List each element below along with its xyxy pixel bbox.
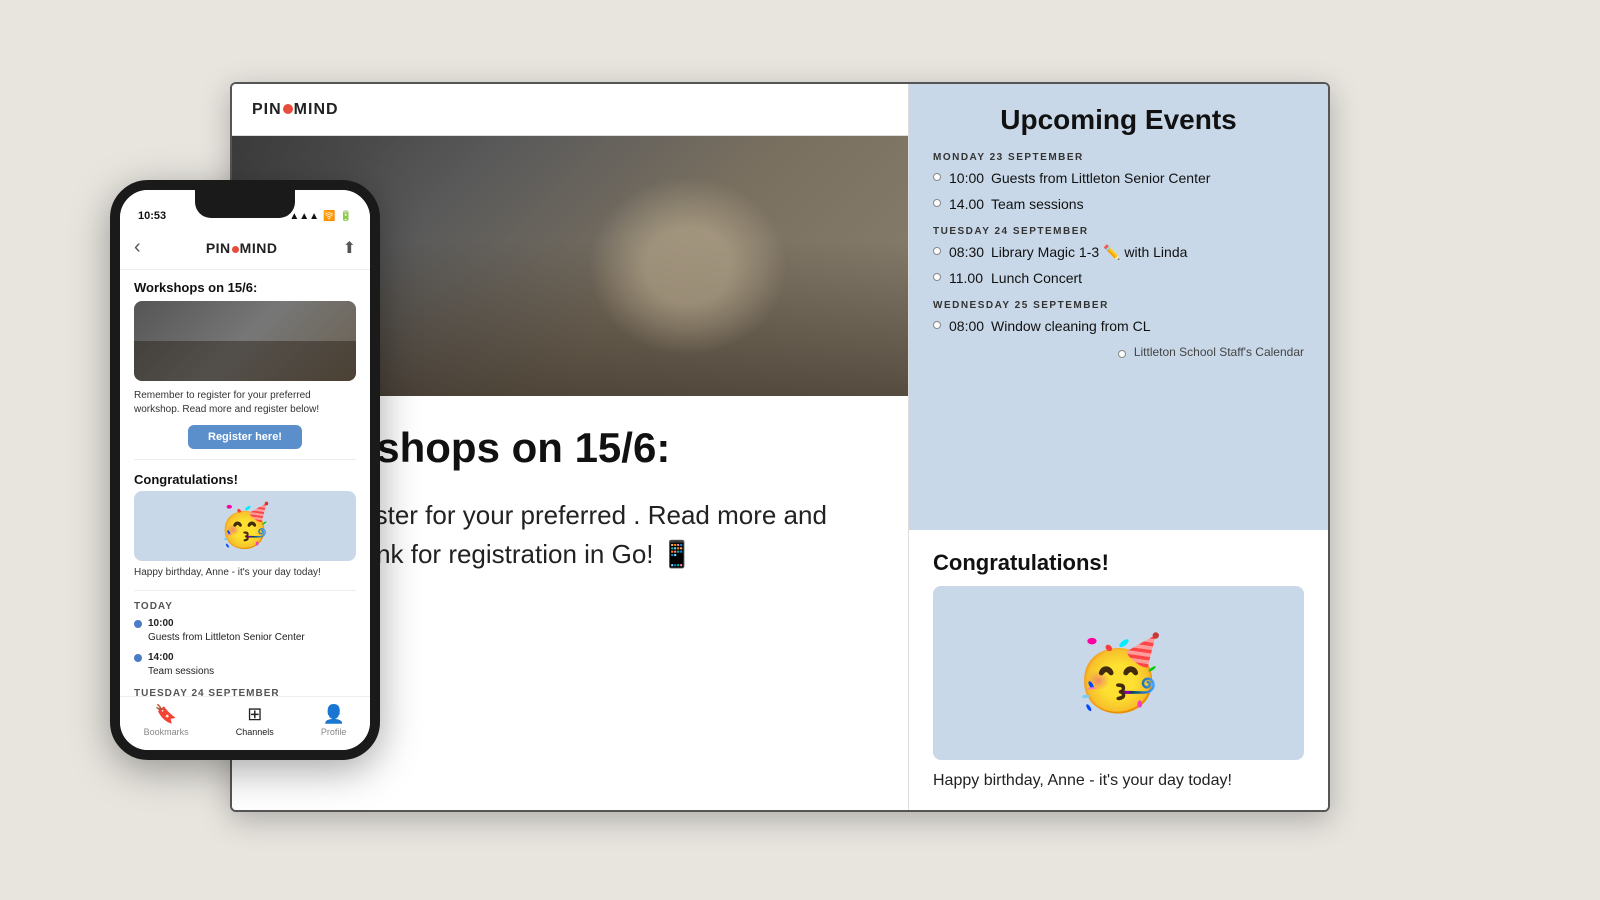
phone-register-button[interactable]: Register here! [188,425,302,449]
event-time-1: 10:00 [949,169,985,189]
phone-event-text-1: 10:00 Guests from Littleton Senior Cente… [148,617,305,645]
phone-birthday-message: Happy birthday, Anne - it's your day tod… [120,567,370,586]
tab-bookmarks-label: Bookmarks [144,727,189,737]
phone-event-1: 10:00 Guests from Littleton Senior Cente… [120,614,370,648]
phone-event-desc-1: Guests from Littleton Senior Center [148,632,305,643]
phone-event-time-2: 14:00 [148,652,174,663]
phone-scroll-content: Workshops on 15/6: Remember to register … [120,270,370,696]
phone-event-dot-2 [134,654,142,662]
event-item-2: 14.00 Team sessions [933,195,1304,215]
day-label-monday: MONDAY 23 SEPTEMBER [933,152,1304,163]
phone-event-time-1: 10:00 [148,618,174,629]
logo-dot [232,246,239,253]
birthday-emoji: 🥳 [1074,631,1164,716]
event-desc-5: Window cleaning from CL [991,317,1151,337]
event-dot-3 [933,247,941,255]
event-dot-2 [933,199,941,207]
phone-bottom-nav: 🔖 Bookmarks ⊞ Channels 👤 Profile [120,696,370,750]
event-desc-1: Guests from Littleton Senior Center [991,169,1210,189]
battery-icon: 🔋 [340,211,352,222]
event-time-3: 08:30 [949,243,985,263]
birthday-message: Happy birthday, Anne - it's your day tod… [933,772,1304,790]
day-label-tuesday: TUESDAY 24 SEPTEMBER [933,226,1304,237]
phone-notch [195,190,295,218]
phone-workshop-desc: Remember to register for your preferred … [120,381,370,421]
tab-profile[interactable]: 👤 Profile [321,704,347,737]
event-dot-4 [933,273,941,281]
tab-channels-label: Channels [236,727,274,737]
event-item-3: 08:30 Library Magic 1-3 ✏️ with Linda [933,243,1304,263]
share-button[interactable]: ⬆ [343,238,356,258]
phone-time: 10:53 [138,210,166,222]
signal-icon: ▲▲▲ [289,211,319,222]
phone-event-text-2: 14:00 Team sessions [148,651,214,679]
birthday-emoji-box: 🥳 [933,586,1304,760]
events-panel: Upcoming Events MONDAY 23 SEPTEMBER 10:0… [909,84,1328,530]
event-time-2: 14.00 [949,195,985,215]
event-desc-2: Team sessions [991,195,1084,215]
tab-profile-label: Profile [321,727,347,737]
phone-divider-1 [134,459,356,460]
event-dot-5 [933,321,941,329]
day-label-wednesday: WEDNESDAY 25 SEPTEMBER [933,300,1304,311]
phone-nav-bar: ‹ PINMIND ⬆ [120,226,370,270]
monitor-right-panel: Upcoming Events MONDAY 23 SEPTEMBER 10:0… [908,84,1328,810]
monitor-header: PINMIND [232,84,908,136]
birthday-panel: Congratulations! 🥳 Happy birthday, Anne … [909,530,1328,810]
phone-birthday-title: Congratulations! [120,464,370,491]
phone-event-dot-1 [134,620,142,628]
wifi-icon: 🛜 [323,211,335,222]
phone-event-desc-2: Team sessions [148,666,214,677]
profile-icon: 👤 [322,704,344,725]
calendar-source: Littleton School Staff's Calendar [933,345,1304,359]
tab-channels[interactable]: ⊞ Channels [236,704,274,737]
event-item-1: 10:00 Guests from Littleton Senior Cente… [933,169,1304,189]
calendar-dot [1118,350,1126,358]
calendar-source-label: Littleton School Staff's Calendar [1134,345,1304,359]
monitor: PINMIND Workshops on 15/6: er to registe… [230,82,1330,812]
phone-divider-2 [134,590,356,591]
event-item-5: 08:00 Window cleaning from CL [933,317,1304,337]
bookmarks-icon: 🔖 [155,704,177,725]
monitor-logo: PINMIND [252,101,339,119]
phone-next-day-label: TUESDAY 24 SEPTEMBER [120,682,370,696]
back-button[interactable]: ‹ [134,236,141,259]
birthday-panel-title: Congratulations! [933,550,1304,576]
event-time-4: 11.00 [949,269,985,289]
phone-workshop-image [134,301,356,381]
tab-bookmarks[interactable]: 🔖 Bookmarks [144,704,189,737]
events-title: Upcoming Events [933,104,1304,136]
channels-icon: ⊞ [247,704,262,725]
monitor-logo-dot [283,104,293,114]
phone-event-2: 14:00 Team sessions [120,648,370,682]
event-time-5: 08:00 [949,317,985,337]
phone: 10:53 ▲▲▲ 🛜 🔋 ‹ PINMIND ⬆ Workshops on 1… [110,180,380,760]
phone-today-label: TODAY [120,595,370,614]
event-desc-3: Library Magic 1-3 ✏️ with Linda [991,243,1187,263]
phone-birthday-emoji-box: 🥳 [134,491,356,561]
event-desc-4: Lunch Concert [991,269,1082,289]
phone-workshop-title: Workshops on 15/6: [120,270,370,301]
phone-birthday-emoji: 🥳 [219,502,271,551]
event-item-4: 11.00 Lunch Concert [933,269,1304,289]
phone-logo: PINMIND [206,240,278,256]
event-dot-1 [933,173,941,181]
phone-status-icons: ▲▲▲ 🛜 🔋 [289,211,352,222]
